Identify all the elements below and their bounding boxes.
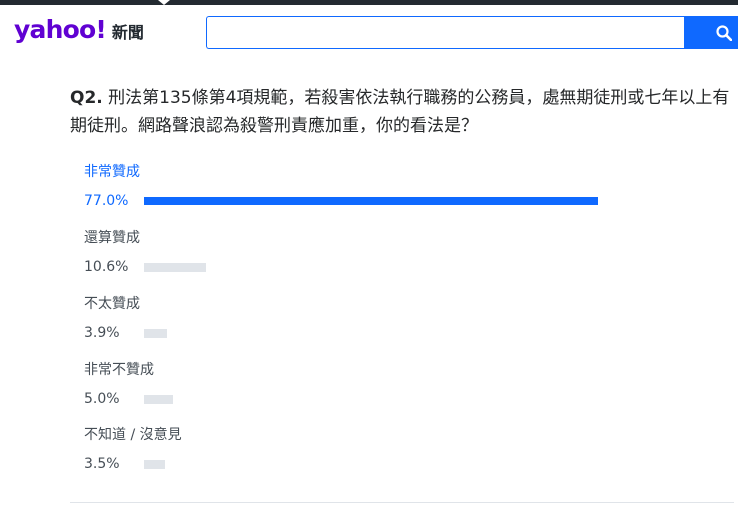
section-name: 新聞	[111, 23, 144, 42]
option-label: 不太贊成	[84, 296, 140, 312]
option-percent: 3.5%	[84, 456, 120, 472]
poll-option: 非常贊成 77.0%	[84, 162, 734, 218]
option-percent: 10.6%	[84, 259, 129, 275]
poll-option: 不太贊成 3.9%	[84, 294, 734, 350]
option-result-bar	[144, 329, 167, 338]
option-label: 非常贊成	[84, 164, 140, 180]
option-percent: 3.9%	[84, 325, 120, 341]
divider	[70, 502, 734, 503]
option-result-bar	[144, 395, 173, 404]
option-result-bar	[144, 197, 598, 205]
search-button[interactable]	[684, 16, 738, 49]
question-number: Q2.	[70, 88, 103, 108]
option-percent: 77.0%	[84, 193, 129, 209]
poll-option: 不知道 / 沒意見 3.5%	[84, 425, 734, 481]
option-percent: 5.0%	[84, 391, 120, 407]
option-result-bar	[144, 263, 206, 272]
top-bar-notch	[158, 0, 170, 5]
yahoo-news-logo[interactable]: yahoo! 新聞	[14, 15, 144, 51]
option-label: 不知道 / 沒意見	[84, 427, 182, 443]
top-bar	[0, 0, 738, 5]
brand-logo-text: yahoo!	[14, 15, 107, 44]
poll-question: Q2. 刑法第135條第4項規範，若殺害依法執行職務的公務員，處無期徒刑或七年以…	[70, 84, 732, 140]
search-icon	[716, 25, 732, 41]
search-input[interactable]	[206, 16, 684, 49]
option-label: 非常不贊成	[84, 362, 154, 378]
question-text: 刑法第135條第4項規範，若殺害依法執行職務的公務員，處無期徒刑或七年以上有期徒…	[70, 88, 730, 136]
poll-option: 還算贊成 10.6%	[84, 228, 734, 284]
option-result-bar	[144, 460, 165, 469]
poll-option: 非常不贊成 5.0%	[84, 360, 734, 416]
option-label: 還算贊成	[84, 230, 140, 246]
